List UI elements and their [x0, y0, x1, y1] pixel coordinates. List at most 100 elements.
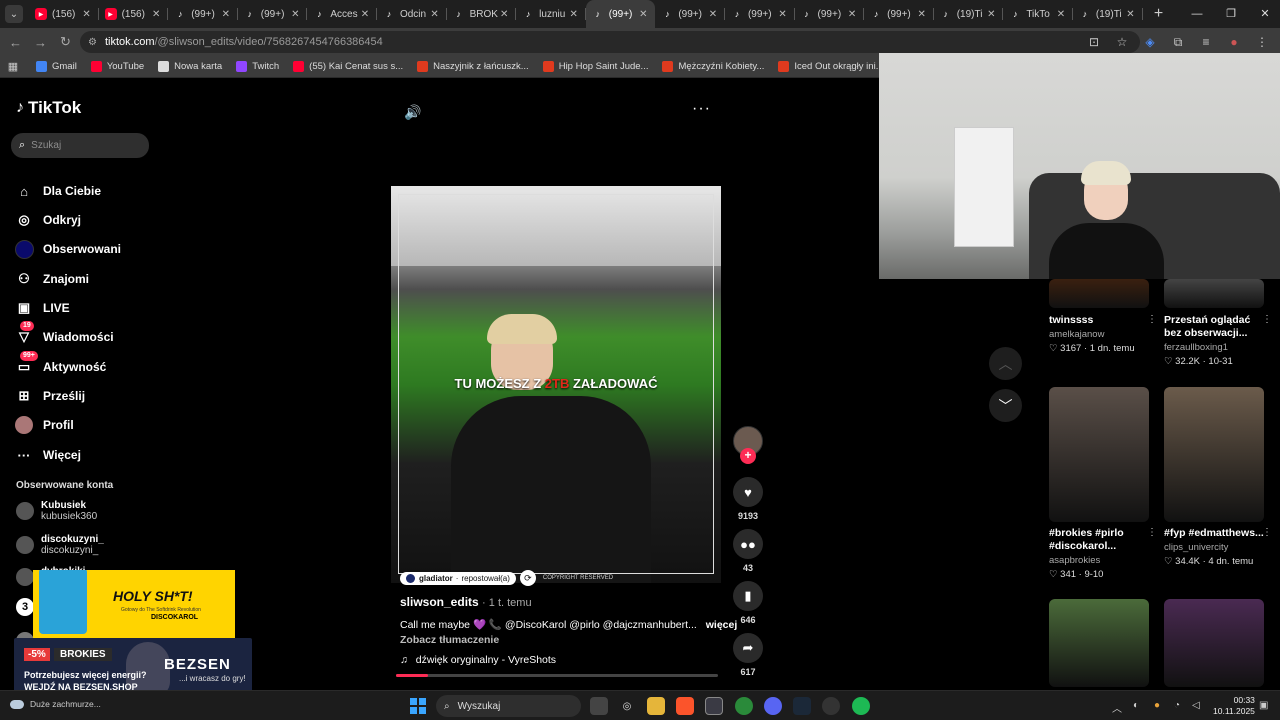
- bookmark-star-icon[interactable]: ☆: [1112, 35, 1132, 49]
- volume-icon[interactable]: 🔊: [404, 104, 421, 121]
- bookmark-item[interactable]: Naszyjnik z łańcuszk...: [417, 61, 529, 72]
- chatgpt-icon[interactable]: ◎: [618, 697, 636, 715]
- close-tab-icon[interactable]: ✕: [916, 9, 928, 20]
- app-icon-2[interactable]: [822, 697, 840, 715]
- ad-banner-bezsen[interactable]: -5% BROKIES Potrzebujesz więcej energii?…: [14, 638, 252, 698]
- browser-tab[interactable]: ♪ (99+) ✕: [655, 0, 725, 28]
- related-video-card[interactable]: [1164, 279, 1264, 308]
- browser-tab[interactable]: ♪ (99+) ✕: [725, 0, 795, 28]
- bookmark-item[interactable]: (55) Kai Cenat sus s...: [293, 61, 403, 72]
- video-thumbnail[interactable]: [1164, 387, 1264, 522]
- brave-icon[interactable]: [676, 697, 694, 715]
- comment-icon[interactable]: ●●: [733, 529, 763, 559]
- sidebar-item-messages[interactable]: ▽ 19 Wiadomości: [14, 321, 164, 348]
- browser-tab[interactable]: ♪ TikTo ✕: [1003, 0, 1073, 28]
- video-thumbnail[interactable]: [1049, 599, 1149, 687]
- related-video-card[interactable]: [1049, 599, 1149, 687]
- close-tab-icon[interactable]: ✕: [429, 9, 441, 20]
- video-title[interactable]: twinssss: [1049, 314, 1149, 327]
- related-video-card[interactable]: [1049, 279, 1149, 308]
- browser-tab[interactable]: ▶ (156) ✕: [99, 0, 169, 28]
- sidebar-item-activity[interactable]: ▭ 99+ Aktywność: [14, 351, 164, 378]
- sidebar-item-home[interactable]: ⌂ Dla Ciebie: [14, 180, 164, 202]
- spotify-icon[interactable]: [852, 697, 870, 715]
- video-user[interactable]: asapbrokies: [1049, 555, 1149, 566]
- tray-app-icon[interactable]: ◐: [1133, 700, 1139, 711]
- close-tab-icon[interactable]: ✕: [1125, 9, 1137, 20]
- apps-grid-icon[interactable]: ▦: [0, 60, 26, 73]
- minimize-button[interactable]: —: [1180, 0, 1214, 28]
- sidebar-item-live[interactable]: ▣ LIVE: [14, 297, 164, 319]
- sidebar-item-compass[interactable]: ◎ Odkryj: [14, 209, 164, 231]
- video-user[interactable]: ferzaullboxing1: [1164, 342, 1264, 353]
- close-tab-icon[interactable]: ✕: [568, 9, 580, 20]
- save-action[interactable]: ▮ 646: [733, 581, 763, 625]
- video-thumbnail[interactable]: [1164, 279, 1264, 308]
- search-input[interactable]: ⌕ Szukaj: [11, 133, 149, 158]
- video-user[interactable]: clips_univercity: [1164, 542, 1264, 553]
- video-progress-bar[interactable]: [396, 674, 718, 677]
- video-author[interactable]: sliwson_edits · 1 t. temu: [400, 595, 532, 609]
- close-tab-icon[interactable]: ✕: [498, 9, 510, 20]
- maximize-button[interactable]: ❐: [1214, 0, 1248, 28]
- bookmark-item[interactable]: Hip Hop Saint Jude...: [542, 61, 648, 72]
- next-video-button[interactable]: ﹀: [989, 389, 1022, 422]
- bookmark-item[interactable]: Nowa karta: [158, 61, 222, 72]
- browser-tab[interactable]: ♪ (99+) ✕: [864, 0, 934, 28]
- microphone-icon[interactable]: ●: [1154, 700, 1160, 711]
- task-view-icon[interactable]: [590, 697, 608, 715]
- sidebar-item-more[interactable]: ··· Więcej: [14, 444, 164, 466]
- video-thumbnail[interactable]: [1164, 599, 1264, 687]
- bookmark-icon[interactable]: ▮: [733, 581, 763, 611]
- video-thumbnail[interactable]: [1049, 279, 1149, 308]
- related-video-card[interactable]: [1049, 387, 1149, 522]
- sidebar-item-friends[interactable]: ⚇ Znajomi: [14, 268, 164, 290]
- sidebar-item-upload[interactable]: ⊞ Prześlij: [14, 385, 164, 407]
- volume-tray-icon[interactable]: ◁: [1192, 700, 1200, 711]
- browser-tab[interactable]: ♪ (19)Ti ✕: [1073, 0, 1143, 28]
- discord-icon[interactable]: [764, 697, 782, 715]
- browser-tab[interactable]: ♪ (19)Ti ✕: [934, 0, 1004, 28]
- video-user[interactable]: amelkajanow: [1049, 329, 1149, 340]
- close-tab-icon[interactable]: ✕: [846, 9, 858, 20]
- kebab-icon[interactable]: ⋮: [1147, 527, 1157, 538]
- video-title[interactable]: #fyp #edmatthews...: [1164, 527, 1264, 540]
- address-bar[interactable]: ⚙ tiktok.com/@sliwson_edits/video/756826…: [80, 31, 1140, 53]
- sound-link[interactable]: ♫ dźwięk oryginalny - VyreShots: [400, 654, 556, 666]
- close-tab-icon[interactable]: ✕: [150, 9, 162, 20]
- menu-kebab-icon[interactable]: ⋮: [1252, 35, 1272, 49]
- profile-icon[interactable]: ●: [1224, 35, 1244, 49]
- browser-tab[interactable]: ♪ (99+) ✕: [238, 0, 308, 28]
- author-name[interactable]: sliwson_edits: [400, 595, 479, 609]
- browser-tab[interactable]: ♪ Odcin ✕: [377, 0, 447, 28]
- close-tab-icon[interactable]: ✕: [220, 9, 232, 20]
- reload-button[interactable]: ↻: [53, 34, 78, 50]
- forward-button[interactable]: →: [28, 35, 53, 50]
- close-tab-icon[interactable]: ✕: [985, 9, 997, 20]
- comment-action[interactable]: ●● 43: [733, 529, 763, 573]
- extension-icon[interactable]: ◈: [1140, 35, 1160, 49]
- video-options-icon[interactable]: ···: [692, 100, 711, 118]
- weather-widget[interactable]: Duże zachmurze...: [10, 699, 101, 709]
- extensions-puzzle-icon[interactable]: ⧉: [1168, 35, 1188, 50]
- app-icon[interactable]: [705, 697, 723, 715]
- share-icon[interactable]: ➦: [733, 633, 763, 663]
- browser-tab[interactable]: ♪ BROK ✕: [447, 0, 517, 28]
- video-title[interactable]: #brokies #pirlo #discokarol...: [1049, 527, 1149, 553]
- close-tab-icon[interactable]: ✕: [707, 9, 719, 20]
- sidebar-item-profile-avatar[interactable]: Profil: [14, 414, 164, 436]
- following-avatar-extra[interactable]: 3: [16, 598, 34, 616]
- related-video-card[interactable]: [1164, 599, 1264, 687]
- close-tab-icon[interactable]: ✕: [777, 9, 789, 20]
- followed-account[interactable]: Kubusiek kubusiek360: [16, 500, 166, 522]
- browser-tab[interactable]: ♪ (99+) ✕: [795, 0, 865, 28]
- tab-search-button[interactable]: ⌄: [5, 5, 23, 23]
- bookmark-item[interactable]: Iced Out okrągły ini...: [778, 61, 884, 72]
- wifi-icon[interactable]: ◔: [1174, 700, 1180, 711]
- repost-icon[interactable]: ⟳: [519, 570, 536, 586]
- close-tab-icon[interactable]: ✕: [359, 9, 371, 20]
- browser-tab[interactable]: ♪ (99+) ✕: [168, 0, 238, 28]
- close-tab-icon[interactable]: ✕: [637, 9, 649, 20]
- close-tab-icon[interactable]: ✕: [1055, 9, 1067, 20]
- close-tab-icon[interactable]: ✕: [289, 9, 301, 20]
